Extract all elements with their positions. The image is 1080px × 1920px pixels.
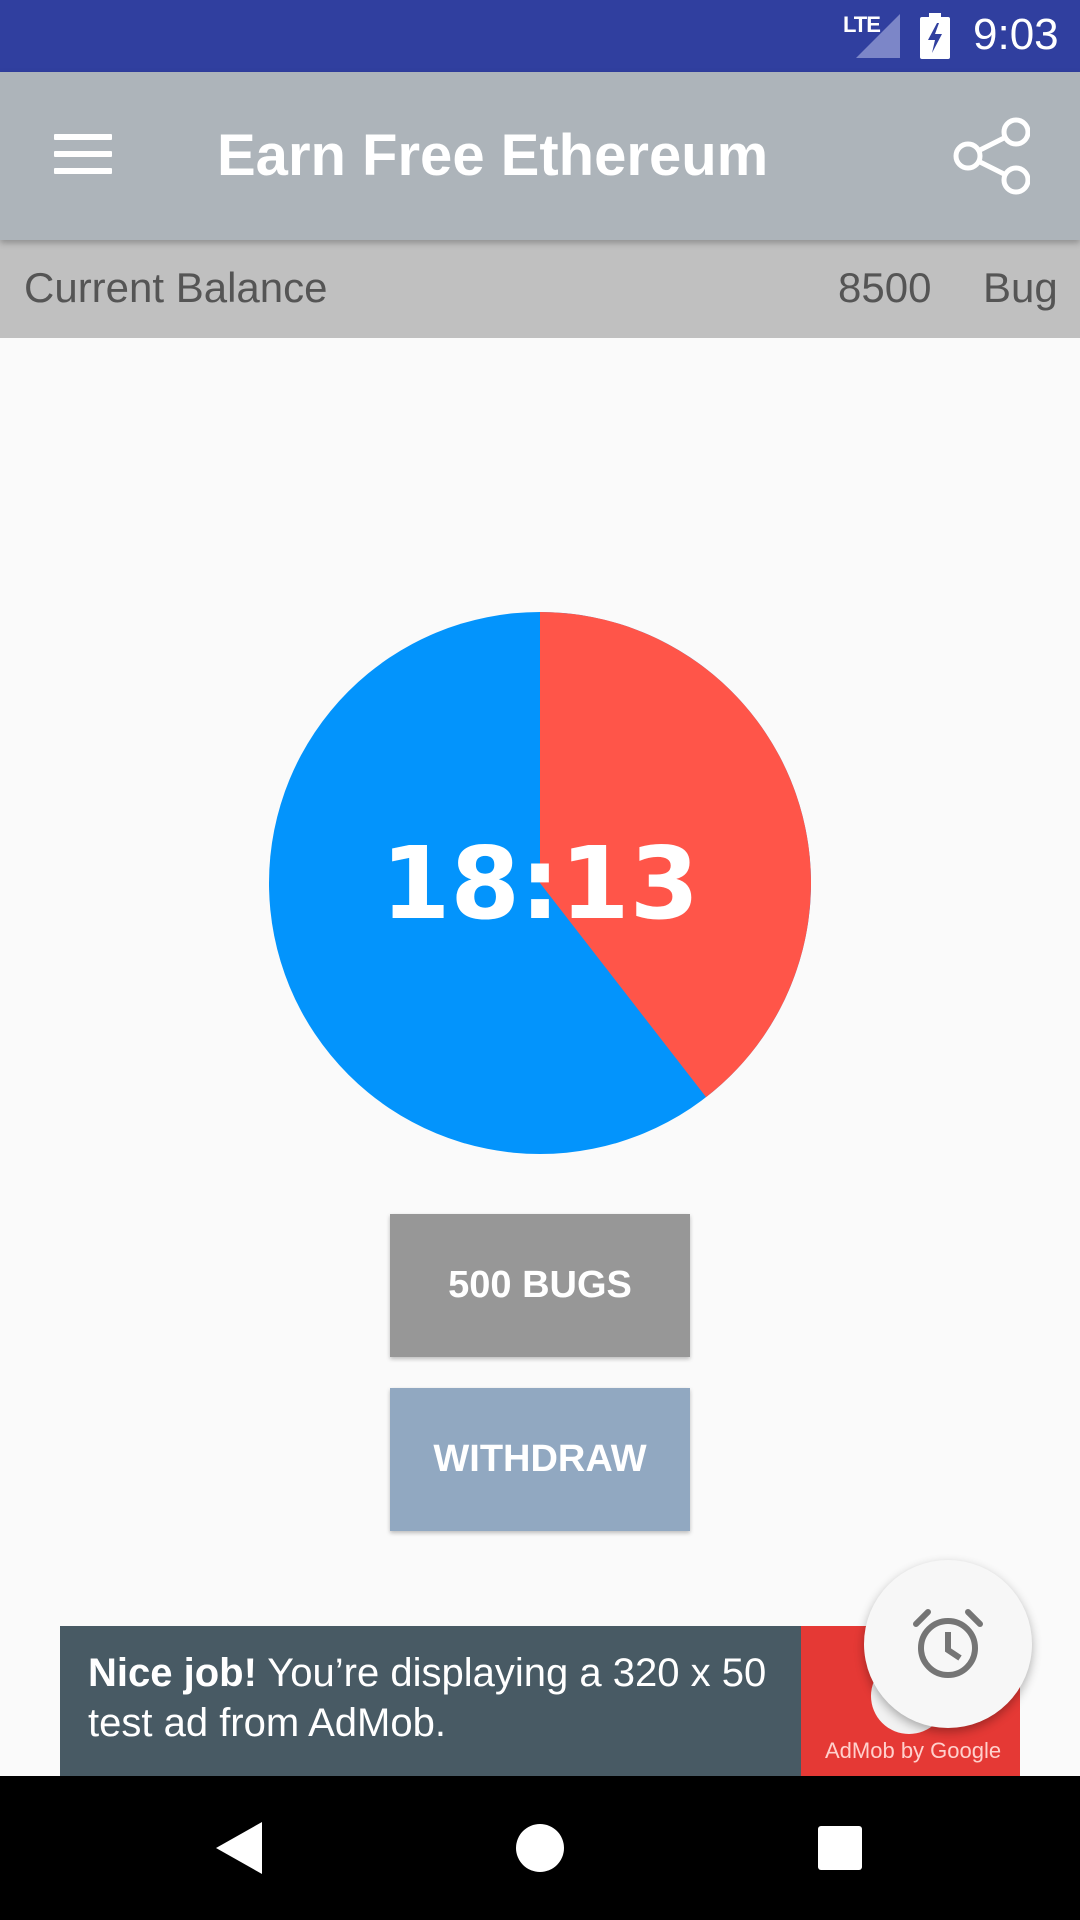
app-title: Earn Free Ethereum <box>217 123 769 188</box>
battery-charging-icon <box>920 13 950 59</box>
home-icon[interactable] <box>516 1824 564 1872</box>
ad-bold-text: Nice job! <box>88 1651 257 1695</box>
app-bar: Earn Free Ethereum <box>0 72 1080 240</box>
ad-text: Nice job! You’re displaying a 320 x 50 t… <box>88 1648 828 1748</box>
hamburger-menu-icon[interactable] <box>54 134 112 178</box>
balance-row: Current Balance 8500 Bug <box>0 240 1080 338</box>
signal-icon <box>856 14 900 58</box>
balance-unit: Bug <box>983 264 1058 311</box>
balance-label: Current Balance <box>24 264 328 311</box>
ad-brand: AdMob by Google <box>825 1738 1002 1763</box>
alarm-fab-button[interactable] <box>864 1560 1032 1728</box>
navigation-bar <box>0 1776 1080 1920</box>
app-screen: LTE 9:03 Earn Free Ethereum Current Bala… <box>0 0 1080 1920</box>
timer-countdown: 18:13 <box>380 824 700 942</box>
back-icon[interactable] <box>216 1822 262 1874</box>
claim-bugs-button[interactable]: 500 BUGS <box>390 1214 690 1357</box>
withdraw-button[interactable]: WITHDRAW <box>390 1388 690 1531</box>
alarm-clock-icon <box>913 1609 983 1678</box>
share-icon[interactable] <box>952 116 1030 196</box>
status-time: 9:03 <box>973 10 1059 59</box>
balance-value: 8500 <box>838 264 932 311</box>
recents-icon[interactable] <box>818 1826 862 1870</box>
status-bar: LTE 9:03 <box>0 0 1080 72</box>
